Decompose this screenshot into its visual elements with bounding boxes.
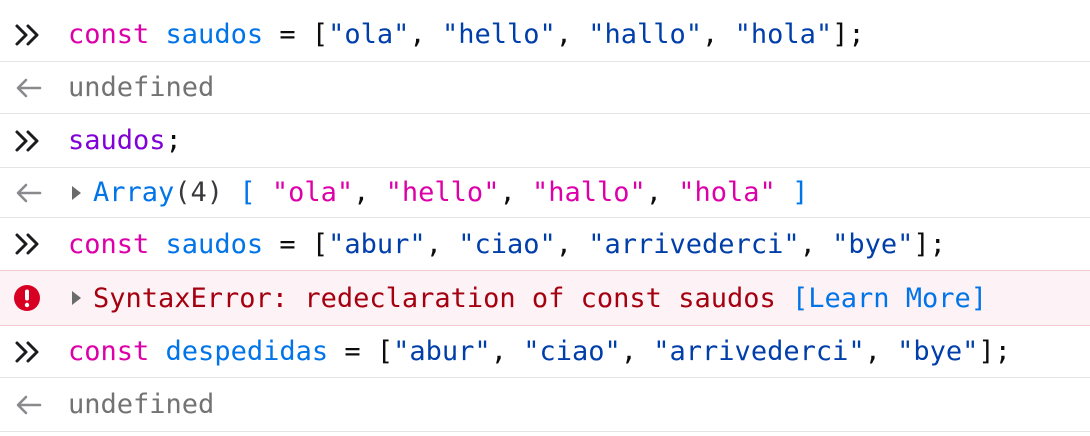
console-input-code[interactable]: const saudos = ["ola", "hello", "hallo",… <box>68 8 865 61</box>
string-literal: "hello" <box>441 19 556 50</box>
chevron-double-right-icon <box>15 130 39 152</box>
console-error-row: SyntaxError: redeclaration of const saud… <box>0 270 1090 326</box>
string-literal: "abur" <box>393 336 491 367</box>
string-literal: "ciao" <box>523 336 621 367</box>
arrow-left-icon <box>16 395 42 415</box>
keyword: const <box>68 19 150 50</box>
error-message-container[interactable]: SyntaxError: redeclaration of const saud… <box>68 271 987 325</box>
operator: = <box>263 19 312 50</box>
console-input-row: const saudos = ["ola", "hello", "hallo",… <box>0 8 1090 62</box>
error-circle-icon <box>14 285 40 311</box>
array-preview[interactable]: Array (4) [ "ola", "hello", "hallo", "hol… <box>68 168 808 217</box>
separator: , <box>864 336 898 367</box>
console-input-code[interactable]: const saudos = ["abur", "ciao", "arrived… <box>68 218 946 270</box>
string-value: "hello" <box>385 177 500 208</box>
web-console: const saudos = ["ola", "hello", "hallo",… <box>0 0 1090 436</box>
separator: , <box>425 228 459 260</box>
string-literal: "abur" <box>328 228 426 260</box>
arrow-left-icon <box>16 78 42 98</box>
bracket: ]; <box>832 19 865 50</box>
string-literal: "ciao" <box>458 228 556 260</box>
expand-triangle-icon[interactable] <box>72 291 81 305</box>
semicolon: ; <box>165 125 182 156</box>
string-literal: "hallo" <box>588 19 703 50</box>
learn-more-link[interactable]: [Learn More] <box>792 283 987 314</box>
string-literal: "hola" <box>734 19 833 50</box>
separator: , <box>645 177 679 208</box>
variable-name: saudos <box>165 228 264 260</box>
identifier: saudos <box>68 125 166 156</box>
array-length: (4) <box>174 177 224 208</box>
bracket: ]; <box>978 336 1011 367</box>
separator: , <box>409 19 442 50</box>
bracket: ]; <box>913 228 946 260</box>
bracket: [ <box>239 177 256 208</box>
console-input-row: saudos; <box>0 114 1090 168</box>
operator: = <box>263 228 312 260</box>
error-message: SyntaxError: redeclaration of const saud… <box>93 282 776 314</box>
variable-name: despedidas <box>165 336 329 367</box>
string-value: "hallo" <box>531 177 646 208</box>
expand-triangle-icon[interactable] <box>72 185 81 200</box>
variable-name: saudos <box>165 19 264 50</box>
chevron-double-right-icon <box>15 24 39 46</box>
string-value: "ola" <box>271 177 354 208</box>
keyword: const <box>68 228 150 260</box>
console-output-row: undefined <box>0 378 1090 432</box>
console-input-code[interactable]: saudos; <box>68 114 182 167</box>
separator: , <box>555 228 589 260</box>
console-output-row: undefined <box>0 62 1090 114</box>
keyword: const <box>68 336 150 367</box>
separator: , <box>555 19 589 50</box>
console-output-row: Array (4) [ "ola", "hello", "hallo", "hol… <box>0 168 1090 218</box>
bracket: [ <box>311 19 329 50</box>
console-input-row: const despedidas = ["abur", "ciao", "arr… <box>0 326 1090 378</box>
output-value: undefined <box>68 389 215 420</box>
separator: , <box>799 228 833 260</box>
string-literal: "arrivederci" <box>653 336 865 367</box>
separator: , <box>620 336 654 367</box>
string-literal: "arrivederci" <box>588 228 800 260</box>
object-label: Array <box>93 177 175 208</box>
arrow-left-icon <box>16 183 42 203</box>
console-input-row: const saudos = ["abur", "ciao", "arrived… <box>0 218 1090 270</box>
string-value: "hola" <box>678 177 776 208</box>
bracket: [ <box>376 336 394 367</box>
string-literal: "ola" <box>328 19 410 50</box>
chevron-double-right-icon <box>15 233 39 255</box>
string-literal: "bye" <box>832 228 914 260</box>
separator: , <box>353 177 386 208</box>
bracket: ] <box>792 177 809 208</box>
operator: = <box>328 336 377 367</box>
bracket: [ <box>311 228 329 260</box>
console-input-code[interactable]: const despedidas = ["abur", "ciao", "arr… <box>68 326 1011 377</box>
string-literal: "bye" <box>897 336 979 367</box>
output-value: undefined <box>68 72 215 103</box>
separator: , <box>499 177 532 208</box>
separator: , <box>702 19 735 50</box>
separator: , <box>490 336 524 367</box>
chevron-double-right-icon <box>15 341 39 363</box>
